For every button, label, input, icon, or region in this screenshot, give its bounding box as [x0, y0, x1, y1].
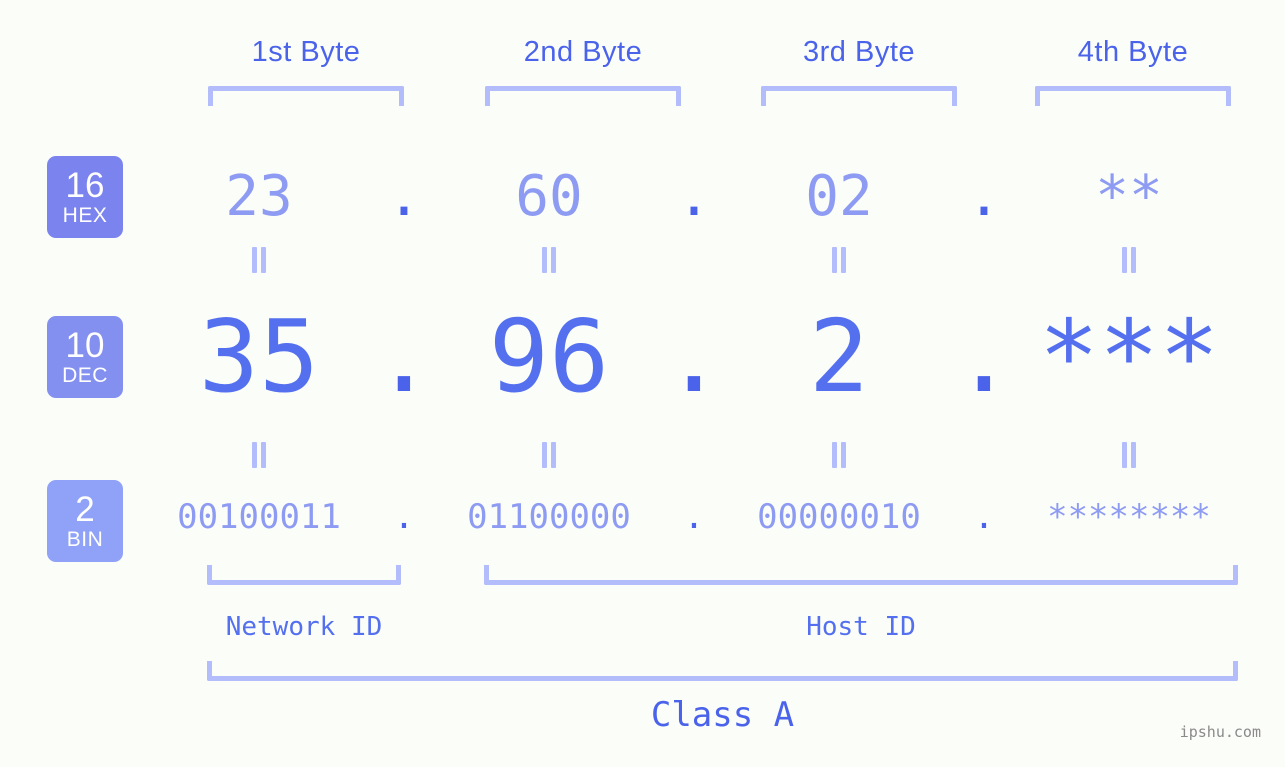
equals-icon: [831, 442, 847, 468]
dec-separator-1: .: [373, 297, 435, 415]
dec-separator-2: .: [663, 297, 725, 415]
dec-separator-3: .: [953, 297, 1015, 415]
base-badge-hex-number: 16: [65, 166, 105, 205]
bin-separator-1: .: [393, 497, 415, 537]
hex-octet-1: 23: [225, 163, 293, 229]
dec-octet-2: 96: [488, 297, 610, 415]
bin-separator-3: .: [973, 497, 995, 537]
bin-separator-2: .: [683, 497, 705, 537]
byte-header-1: 1st Byte: [251, 36, 361, 68]
base-badge-hex-name: HEX: [62, 204, 108, 227]
host-id-bracket: [484, 565, 1238, 585]
hex-separator-1: .: [387, 163, 421, 229]
hex-octet-2: 60: [515, 163, 583, 229]
equals-icon: [1121, 442, 1137, 468]
hex-separator-2: .: [677, 163, 711, 229]
equals-row-hex-dec: [150, 245, 1255, 275]
bin-octet-1: 00100011: [177, 497, 341, 537]
base-badge-dec-number: 10: [65, 326, 105, 365]
bin-octet-2: 01100000: [467, 497, 631, 537]
base-badge-bin-number: 2: [75, 490, 95, 529]
byte-bracket-4: [1035, 86, 1231, 106]
equals-icon: [541, 247, 557, 273]
equals-icon: [541, 442, 557, 468]
equals-icon: [1121, 247, 1137, 273]
base-badge-hex: 16 HEX: [47, 156, 123, 238]
byte-bracket-3: [761, 86, 957, 106]
hex-separator-3: .: [967, 163, 1001, 229]
byte-bracket-1: [208, 86, 404, 106]
bin-value-row: 00100011 . 01100000 . 00000010 . *******…: [150, 487, 1255, 547]
base-badge-dec: 10 DEC: [47, 316, 123, 398]
watermark: ipshu.com: [1179, 723, 1261, 741]
byte-bracket-2: [485, 86, 681, 106]
bin-octet-3: 00000010: [757, 497, 921, 537]
dec-octet-1: 35: [198, 297, 320, 415]
class-label: Class A: [650, 695, 795, 735]
hex-octet-3: 02: [805, 163, 873, 229]
dec-value-row: 35 . 96 . 2 . ***: [150, 296, 1255, 416]
equals-icon: [251, 247, 267, 273]
byte-header-4: 4th Byte: [1077, 36, 1189, 68]
ip-address-breakdown-diagram: 1st Byte 2nd Byte 3rd Byte 4th Byte 16 H…: [0, 0, 1285, 767]
hex-octet-4: **: [1095, 163, 1163, 229]
byte-header-3: 3rd Byte: [803, 36, 915, 68]
dec-octet-4: ***: [1038, 297, 1220, 415]
host-id-label: Host ID: [806, 612, 916, 642]
bin-octet-4: ********: [1047, 497, 1211, 537]
equals-row-dec-bin: [150, 440, 1255, 470]
base-badge-dec-name: DEC: [62, 364, 108, 387]
base-badge-bin-name: BIN: [66, 528, 104, 551]
byte-header-2: 2nd Byte: [523, 36, 643, 68]
equals-icon: [831, 247, 847, 273]
class-bracket: [207, 661, 1238, 681]
network-id-label: Network ID: [225, 612, 383, 642]
network-id-bracket: [207, 565, 401, 585]
dec-octet-3: 2: [808, 297, 870, 415]
hex-value-row: 23 . 60 . 02 . **: [150, 150, 1255, 242]
base-badge-bin: 2 BIN: [47, 480, 123, 562]
equals-icon: [251, 442, 267, 468]
